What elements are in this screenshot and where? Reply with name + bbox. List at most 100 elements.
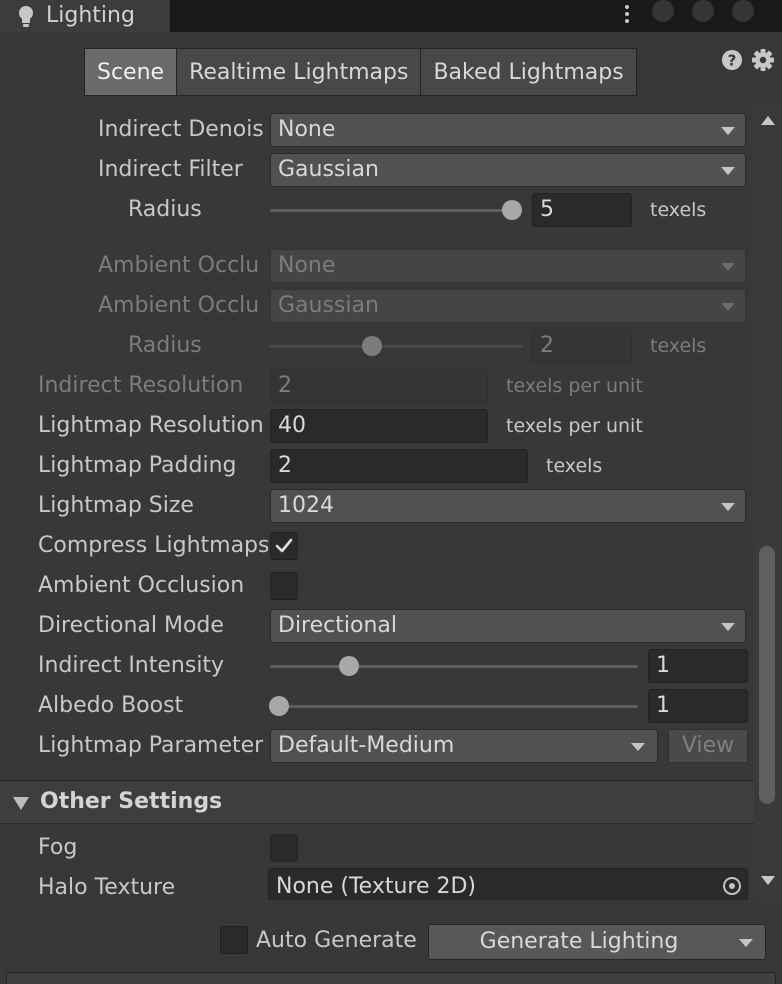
lightmap-parameters-label: Lightmap Parameter xyxy=(38,733,264,758)
chevron-down-icon xyxy=(721,623,735,631)
lightmap-parameters-dropdown[interactable]: Default-Medium xyxy=(270,729,658,763)
ao-denoiser-row: Ambient Occlu None xyxy=(0,246,754,286)
ambient-occlusion-checkbox[interactable] xyxy=(270,572,298,600)
ao-denoiser-label: Ambient Occlu xyxy=(98,253,260,278)
lightmap-resolution-label: Lightmap Resolution xyxy=(38,413,264,438)
indirect-radius-unit: texels xyxy=(650,199,707,221)
ao-radius-field[interactable]: 2 xyxy=(532,329,632,363)
ao-filter-dropdown[interactable]: Gaussian xyxy=(270,289,746,323)
tab-realtime-lightmaps[interactable]: Realtime Lightmaps xyxy=(176,48,422,96)
ao-denoiser-dropdown[interactable]: None xyxy=(270,249,746,283)
indirect-filter-value: Gaussian xyxy=(278,157,379,182)
indirect-denoiser-label: Indirect Denois xyxy=(98,117,264,142)
indirect-radius-slider[interactable] xyxy=(270,209,522,212)
directional-mode-dropdown[interactable]: Directional xyxy=(270,609,746,643)
window-control-dot[interactable] xyxy=(652,0,674,22)
indirect-radius-row: Radius 5 texels xyxy=(0,190,754,230)
tab-baked-lightmaps[interactable]: Baked Lightmaps xyxy=(420,48,637,96)
chevron-down-icon[interactable] xyxy=(739,939,753,947)
indirect-radius-slider-handle[interactable] xyxy=(502,200,522,220)
indirect-resolution-label: Indirect Resolution xyxy=(38,373,244,398)
generate-lighting-button[interactable]: Generate Lighting xyxy=(428,924,766,960)
window-control-dot[interactable] xyxy=(692,0,714,22)
albedo-boost-field[interactable]: 1 xyxy=(648,689,748,723)
ao-radius-slider-handle[interactable] xyxy=(362,336,382,356)
chevron-down-icon xyxy=(721,263,735,271)
help-icon[interactable]: ? xyxy=(722,50,742,70)
fog-row: Fog xyxy=(0,828,754,868)
lightmap-resolution-field[interactable]: 40 xyxy=(270,409,488,443)
compress-lightmaps-row: Compress Lightmaps xyxy=(0,526,754,566)
indirect-intensity-slider[interactable] xyxy=(270,665,638,668)
halo-texture-label: Halo Texture xyxy=(38,875,176,900)
indirect-denoiser-dropdown[interactable]: None xyxy=(270,113,746,147)
lightmap-resolution-unit: texels per unit xyxy=(506,415,643,437)
foldout-triangle-icon xyxy=(13,797,29,810)
other-settings-title: Other Settings xyxy=(40,789,223,814)
indirect-radius-label: Radius xyxy=(128,197,202,222)
albedo-boost-row: Albedo Boost 1 xyxy=(0,686,754,726)
indirect-intensity-label: Indirect Intensity xyxy=(38,653,225,678)
ao-filter-row: Ambient Occlu Gaussian xyxy=(0,286,754,326)
chevron-down-icon xyxy=(631,743,645,751)
ao-radius-slider[interactable] xyxy=(270,345,522,348)
indirect-filter-label: Indirect Filter xyxy=(98,157,243,182)
indirect-denoiser-value: None xyxy=(278,117,336,142)
scroll-down-arrow-icon[interactable] xyxy=(761,876,775,885)
scroll-up-arrow-icon[interactable] xyxy=(761,116,775,125)
lightmap-size-value: 1024 xyxy=(278,493,334,518)
gear-icon[interactable] xyxy=(752,49,774,71)
object-picker-icon[interactable] xyxy=(723,877,741,895)
lightmap-padding-unit: texels xyxy=(546,455,603,477)
lightmap-size-label: Lightmap Size xyxy=(38,493,194,518)
indirect-radius-field[interactable]: 5 xyxy=(532,193,632,227)
svg-text:?: ? xyxy=(728,52,737,70)
albedo-boost-label: Albedo Boost xyxy=(38,693,184,718)
chevron-down-icon xyxy=(721,503,735,511)
indirect-filter-dropdown[interactable]: Gaussian xyxy=(270,153,746,187)
directional-mode-label: Directional Mode xyxy=(38,613,224,638)
albedo-boost-slider-handle[interactable] xyxy=(269,696,289,716)
auto-generate-checkbox[interactable] xyxy=(220,926,248,954)
ao-filter-label: Ambient Occlu xyxy=(98,293,260,318)
lightmap-padding-row: Lightmap Padding 2 texels xyxy=(0,446,754,486)
directional-mode-value: Directional xyxy=(278,613,397,638)
lightmap-size-row: Lightmap Size 1024 xyxy=(0,486,754,526)
view-button[interactable]: View xyxy=(668,729,748,763)
indirect-intensity-slider-handle[interactable] xyxy=(339,656,359,676)
lighting-window-tab[interactable]: Lighting xyxy=(0,0,170,32)
kebab-menu-icon[interactable] xyxy=(620,2,634,26)
checkmark-icon xyxy=(275,538,293,553)
status-bar xyxy=(6,972,776,984)
indirect-resolution-unit: texels per unit xyxy=(506,375,643,397)
compress-lightmaps-checkbox[interactable] xyxy=(270,532,298,560)
window-titlebar: Lighting xyxy=(0,0,782,32)
fog-checkbox[interactable] xyxy=(270,834,298,862)
lightmap-size-dropdown[interactable]: 1024 xyxy=(270,489,746,523)
fog-label: Fog xyxy=(38,835,78,860)
lighting-settings-panel: Indirect Denois None Indirect Filter Gau… xyxy=(0,110,754,900)
ao-denoiser-value: None xyxy=(278,253,336,278)
indirect-intensity-field[interactable]: 1 xyxy=(648,649,748,683)
vertical-scrollbar[interactable] xyxy=(754,106,782,900)
indirect-denoiser-row: Indirect Denois None xyxy=(0,110,754,150)
chevron-down-icon xyxy=(721,127,735,135)
ambient-occlusion-row: Ambient Occlusion xyxy=(0,566,754,606)
window-control-dot[interactable] xyxy=(732,0,754,22)
window-title: Lighting xyxy=(46,3,135,28)
tab-scene[interactable]: Scene xyxy=(84,48,178,96)
compress-lightmaps-label: Compress Lightmaps xyxy=(38,533,268,558)
lightmap-parameters-value: Default-Medium xyxy=(278,733,455,758)
auto-generate-label: Auto Generate xyxy=(256,928,417,953)
mode-tabs: Scene Realtime Lightmaps Baked Lightmaps xyxy=(84,48,637,96)
halo-texture-field[interactable]: None (Texture 2D) xyxy=(268,868,748,900)
lightmap-padding-field[interactable]: 2 xyxy=(270,449,528,483)
halo-texture-row: Halo Texture None (Texture 2D) xyxy=(0,868,754,900)
ao-radius-row: Radius 2 texels xyxy=(0,326,754,366)
albedo-boost-slider[interactable] xyxy=(270,705,638,708)
other-settings-header[interactable]: Other Settings xyxy=(0,780,754,824)
indirect-resolution-field[interactable]: 2 xyxy=(270,369,488,403)
lightmap-padding-label: Lightmap Padding xyxy=(38,453,237,478)
indirect-filter-row: Indirect Filter Gaussian xyxy=(0,150,754,190)
scrollbar-thumb[interactable] xyxy=(759,546,775,804)
